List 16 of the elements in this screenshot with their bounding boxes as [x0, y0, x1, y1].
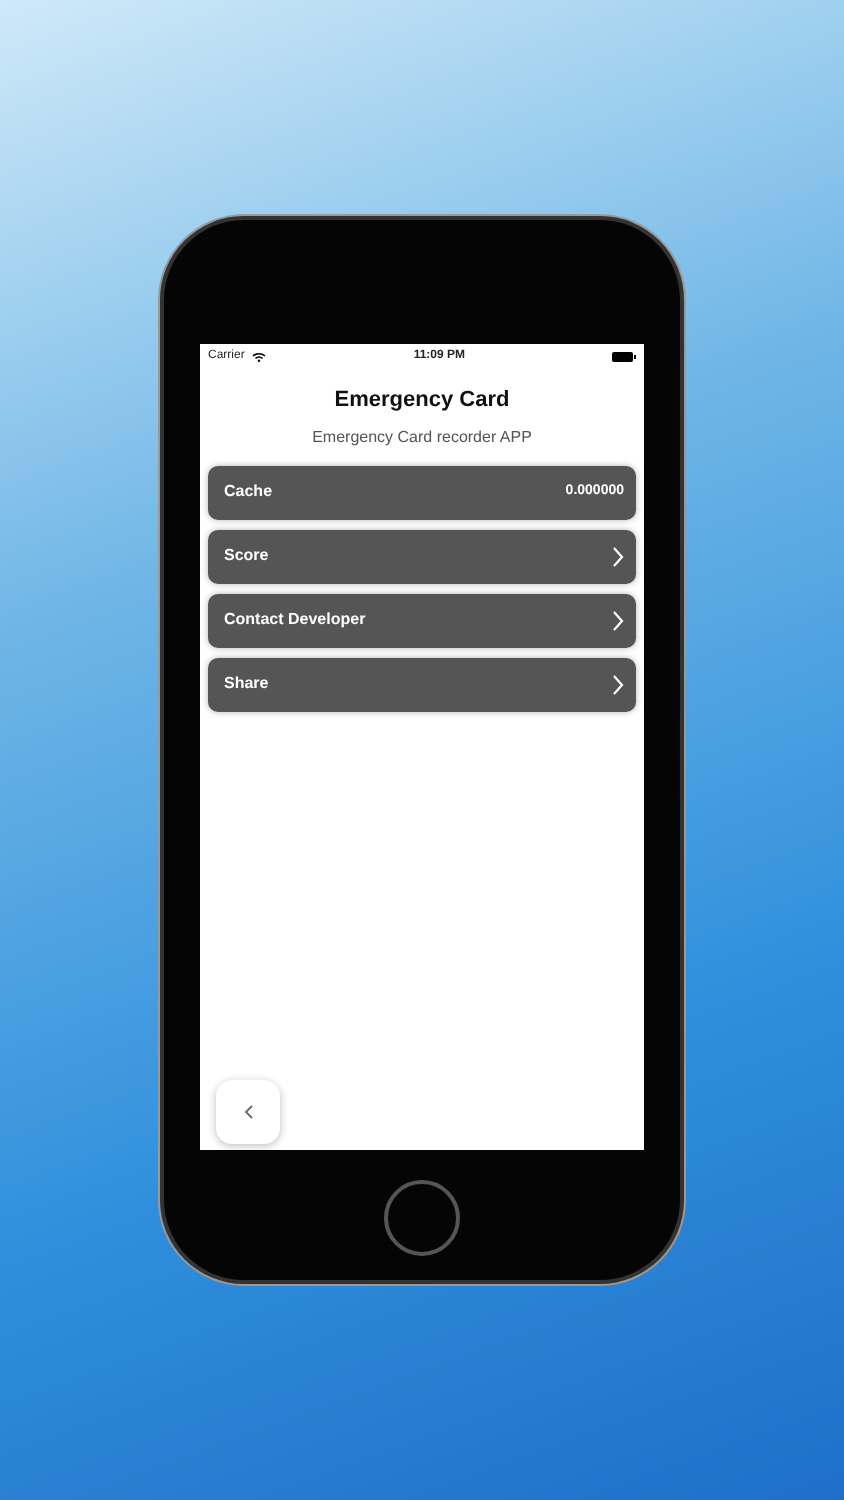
row-label: Score [224, 544, 269, 568]
back-icon [243, 1104, 253, 1120]
settings-row[interactable]: Share [208, 657, 636, 711]
settings-row[interactable]: Contact Developer [208, 593, 636, 647]
wifi-icon [252, 351, 267, 361]
row-label: Cache [224, 480, 273, 504]
screen-title: Emergency Card [332, 386, 512, 416]
chevron-right-icon [612, 609, 624, 631]
screen-subtitle: Emergency Card recorder APP [310, 425, 534, 449]
row-label: Share [224, 672, 269, 696]
chevron-right-icon [612, 673, 624, 695]
home-button[interactable] [384, 1180, 460, 1256]
chevron-right-icon [612, 545, 624, 567]
settings-row[interactable]: Score [208, 529, 636, 583]
row-label: Contact Developer [224, 608, 366, 632]
battery-icon [612, 351, 636, 361]
